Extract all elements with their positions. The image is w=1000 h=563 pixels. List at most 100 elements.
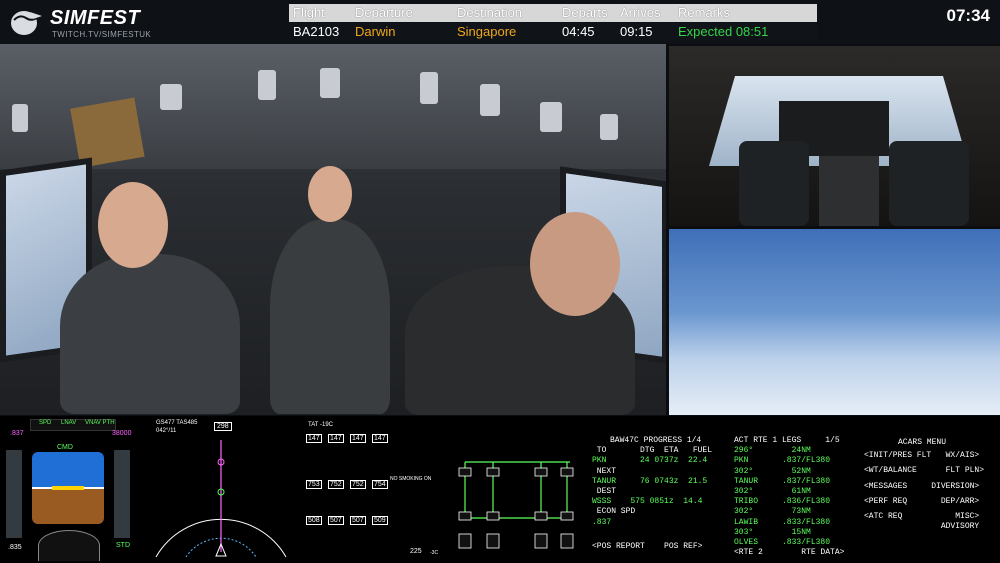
departs-time: 04:45 [562, 24, 595, 39]
n1-engine-3: 147 [350, 434, 366, 443]
observer-head [308, 166, 352, 222]
acars-line-1[interactable]: <INIT/PRES FLT WX/AIS> [864, 451, 984, 461]
acars-line-5[interactable]: <ATC REQ MISC> [864, 512, 984, 522]
rte-line-2: PKN .837/FL380 [734, 456, 831, 466]
eicas-display: TAT -19C 147 147 147 147 753 752 752 754… [300, 420, 450, 561]
flight-number: BA2103 [293, 24, 340, 39]
flight-board-header: Flight Departure Destination Departs Arr… [289, 4, 817, 22]
n1-engine-4: 147 [372, 434, 388, 443]
speed-tape [6, 450, 22, 538]
ff-engine-4: 509 [372, 516, 388, 525]
brand-name: SIMFEST [50, 7, 141, 29]
top-bar: SIMFEST TWITCH.TV/SIMFESTUK Flight Depar… [0, 0, 1000, 44]
heading-arc [38, 530, 100, 561]
clock: 07:34 [946, 6, 990, 25]
progress-header-line: TO DTG ETA FUEL [592, 446, 713, 456]
compass-rose-icon [155, 440, 287, 558]
header-departs: Departs [562, 5, 608, 20]
departure-city: Darwin [355, 24, 396, 39]
ff-engine-3: 507 [350, 516, 366, 525]
ff-engine-1: 508 [306, 516, 322, 525]
progress-dest-label: DEST [592, 487, 617, 497]
tat-readout: TAT -19C [308, 422, 334, 428]
brand-subtitle: TWITCH.TV/SIMFESTUK [52, 30, 152, 39]
rte-line-1: 296° 24NM [734, 446, 811, 456]
left-pilot-seat [739, 141, 809, 226]
progress-next-line: TANUR 76 0743z 21.5 [592, 476, 708, 486]
heading-readout: 298 [214, 422, 232, 431]
fuel-temp: -3C [430, 550, 439, 556]
fma-spd: SPD [39, 420, 52, 426]
first-officer-head [530, 212, 620, 316]
autopilot-cmd: CMD [57, 444, 73, 451]
rte-line-6: TRIBO .836/FL380 [734, 497, 831, 507]
rte-line-9: 303° 15NM [734, 527, 811, 537]
captain-head [98, 182, 168, 268]
acars-line-2[interactable]: <WT/BALANCE FLT PLN> [864, 466, 984, 476]
selected-speed: .837 [10, 430, 24, 437]
destination-city: Singapore [457, 24, 517, 39]
instrument-strip: SPD LNAV VNAV PTH CMD .837 38000 STD .83… [0, 416, 1000, 563]
header-remarks: Remarks [678, 5, 731, 20]
cdu-progress-page: BAW47C PROGRESS 1/4 TO DTG ETA FUEL PKN 2… [592, 436, 712, 552]
ff-engine-2: 507 [328, 516, 344, 525]
n1-row: 147 147 147 147 [306, 434, 390, 446]
rte-title: ACT RTE 1 LEGS 1/5 [734, 436, 840, 445]
flight-board: Flight Departure Destination Departs Arr… [289, 4, 817, 41]
navigation-display: GS477 TAS485 042°/11 298 [150, 418, 292, 561]
captain-person [60, 254, 240, 414]
remarks-status: Expected 08:51 [678, 24, 769, 39]
attitude-indicator [32, 452, 104, 524]
outside-sky-camera-feed [669, 229, 1000, 415]
total-fuel: 225 [410, 548, 422, 555]
rte-line-7: 302° 73NM [734, 507, 811, 517]
cdu-acars-menu: ACARS MENU <INIT/PRES FLT WX/AIS> <WT/BALA… [864, 438, 984, 532]
egt-engine-4: 754 [372, 480, 388, 489]
flight-board-row: BA2103 Darwin Singapore 04:45 09:15 Expe… [289, 23, 817, 41]
rte-line-10: OLVES .833/FL380 [734, 538, 831, 548]
header-arrives: Arrives [620, 5, 661, 20]
progress-dest-line: WSSS 575 0851z 14.4 [592, 497, 703, 507]
progress-next-label: NEXT [592, 466, 617, 476]
globe-logo-icon [11, 11, 42, 35]
ground-speed: GS477 TAS485 [156, 420, 198, 426]
eicas-message: NO SMOKING ON [390, 476, 432, 482]
ff-row: 508 507 507 509 [306, 516, 390, 528]
center-pedestal [819, 156, 879, 226]
acars-line-4[interactable]: <PERF REQ DEP/ARR> [864, 497, 984, 507]
baro-setting: STD [116, 542, 130, 549]
progress-to-line: PKN 24 0737z 22.4 [592, 456, 708, 466]
acars-title: ACARS MENU [898, 438, 947, 447]
egt-engine-1: 753 [306, 480, 322, 489]
fma-lnav: LNAV [61, 420, 77, 426]
rte-line-3: 302° 52NM [734, 466, 811, 476]
cdu-route-legs-page: ACT RTE 1 LEGS 1/5 296° 24NM PKN .837/FL38… [734, 436, 844, 558]
fuel-synoptic-icon [458, 461, 574, 549]
acars-line-3[interactable]: <MESSAGES DIVERSION> [864, 482, 984, 492]
altitude-tape [114, 450, 130, 538]
header-flight: Flight [293, 5, 325, 20]
selected-altitude: 38000 [112, 430, 132, 437]
arrives-time: 09:15 [620, 24, 653, 39]
rear-cockpit-camera-feed [669, 46, 1000, 226]
right-pilot-seat [889, 141, 969, 226]
progress-spd-value: .837 [592, 517, 612, 527]
rte-line-8: LAWIB .833/FL380 [734, 517, 831, 527]
progress-footer[interactable]: <POS REPORT POS REF> [592, 542, 712, 552]
progress-title: BAW47C PROGRESS 1/4 [610, 436, 702, 445]
observer-seat-person [270, 219, 390, 414]
header-destination: Destination [457, 5, 523, 20]
fma-vnav: VNAV PTH [85, 420, 115, 426]
egt-engine-3: 752 [350, 480, 366, 489]
n1-engine-2: 147 [328, 434, 344, 443]
cockpit-camera-feed [0, 44, 666, 415]
fma-bar: SPD LNAV VNAV PTH [30, 419, 116, 431]
egt-engine-2: 752 [328, 480, 344, 489]
primary-flight-display: SPD LNAV VNAV PTH CMD .837 38000 STD .83… [2, 418, 142, 561]
rte-line-4: TANUR .837/FL380 [734, 476, 831, 486]
simfest-logo: SIMFEST TWITCH.TV/SIMFESTUK [8, 4, 158, 40]
mach-readout: .835 [8, 544, 22, 551]
egt-row: 753 752 752 754 [306, 480, 390, 492]
rte-footer[interactable]: <RTE 2 RTE DATA> [734, 548, 844, 558]
acars-line-6[interactable]: ADVISORY [864, 522, 984, 532]
